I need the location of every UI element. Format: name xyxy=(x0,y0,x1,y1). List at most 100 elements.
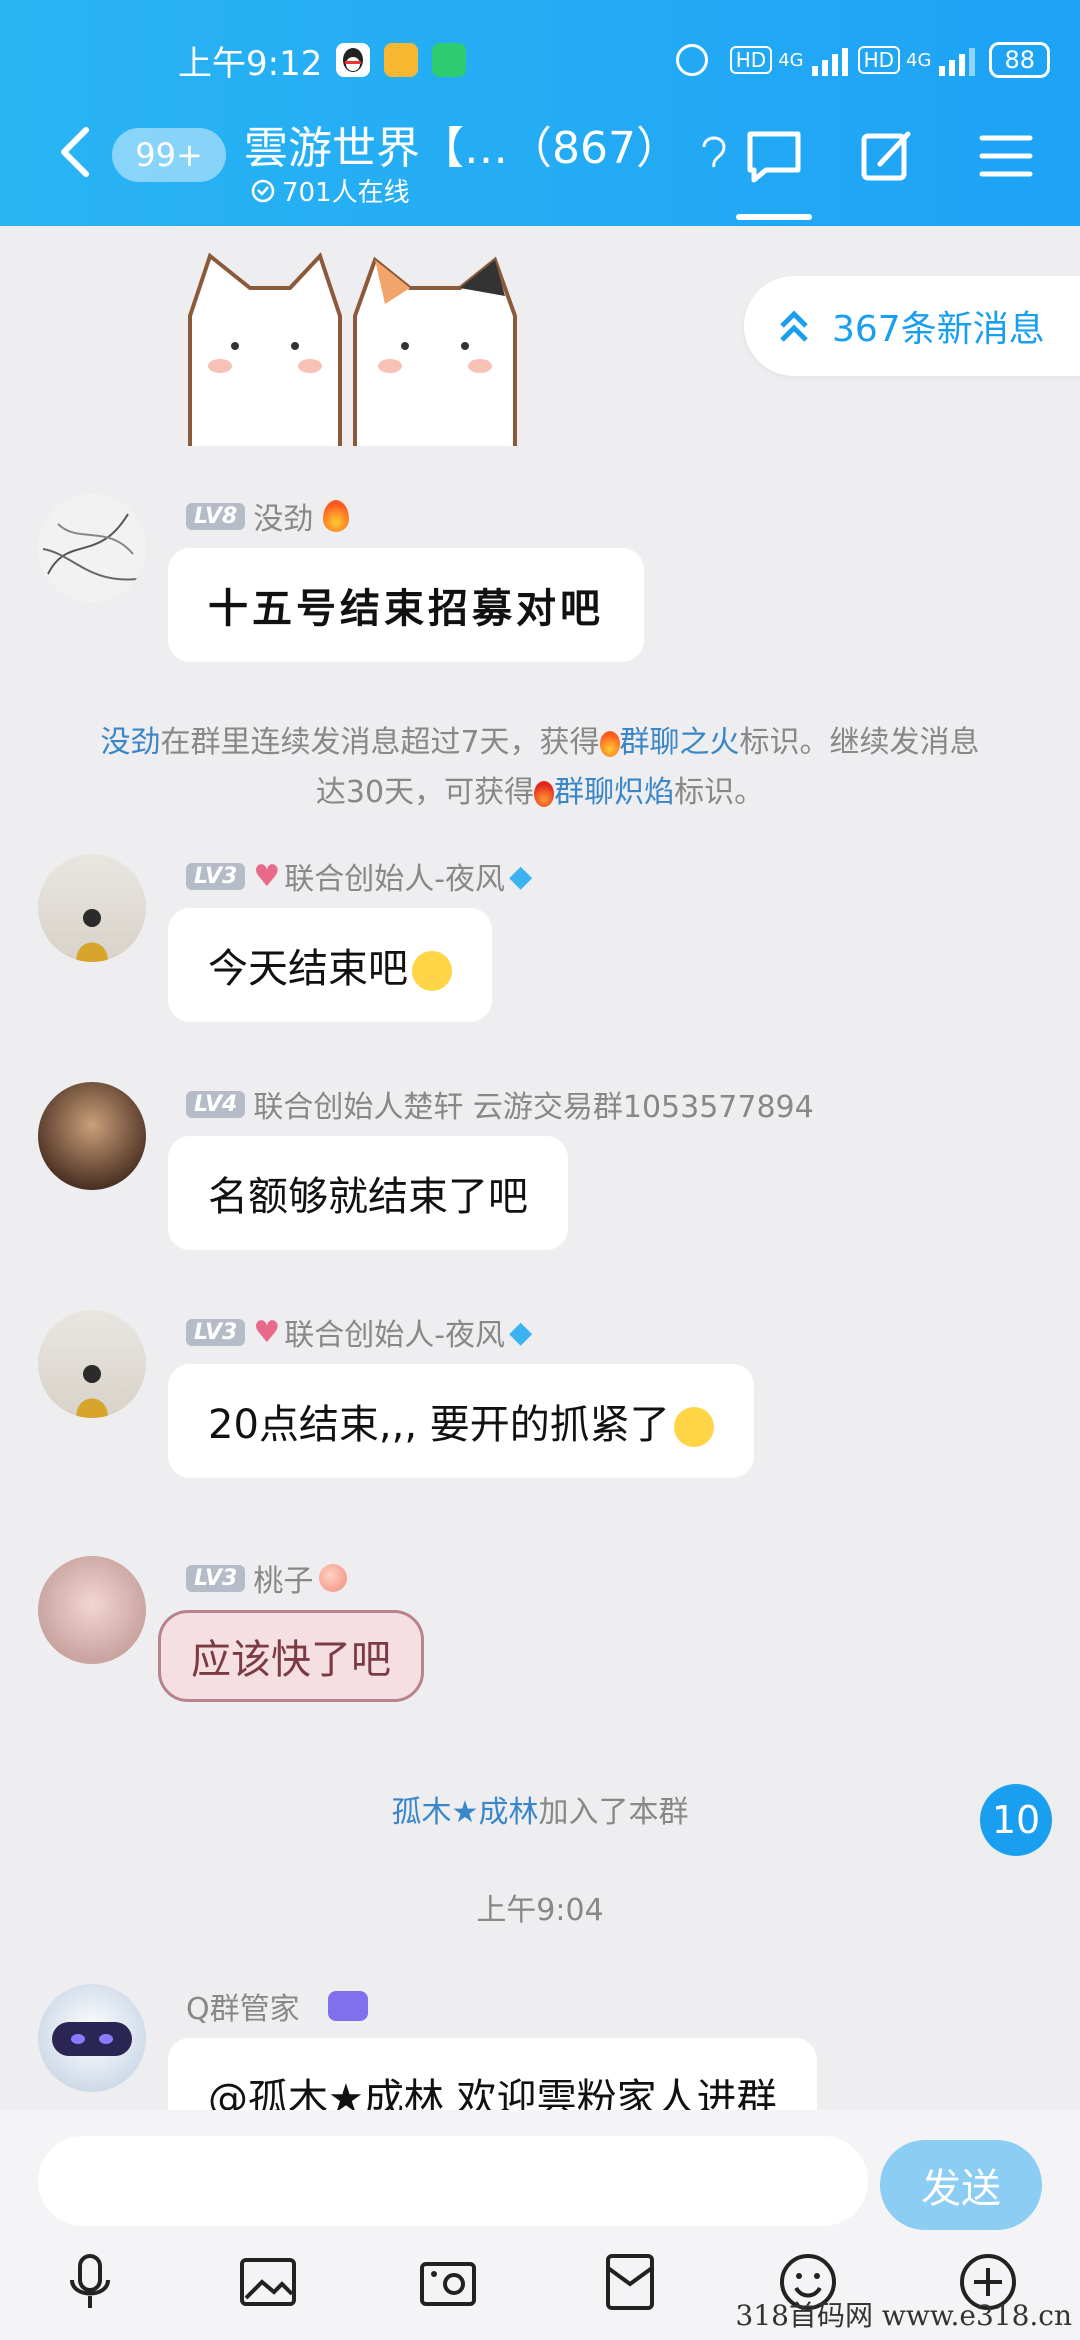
watermark: 318首码网 www.e318.cn xyxy=(735,2299,1072,2332)
cat-sticker-image xyxy=(188,252,517,446)
avatar[interactable] xyxy=(38,1984,146,2092)
message-input[interactable] xyxy=(38,2136,868,2226)
unread-message-badge[interactable]: 10 xyxy=(980,1784,1052,1856)
broken-heart-icon: ♥ xyxy=(253,858,281,894)
message-bubble[interactable]: 20点结束,,, 要开的抓紧了 xyxy=(168,1364,754,1478)
message-bubble[interactable]: 十五号结束招募对吧 xyxy=(168,548,644,662)
edit-button[interactable] xyxy=(856,126,916,186)
hd-badge: HD xyxy=(729,46,773,74)
sender-meta: LV3 ♥ 联合创始人-夜风 ◆ xyxy=(186,1310,532,1354)
level-badge: LV3 xyxy=(186,862,246,890)
online-check-icon xyxy=(251,179,275,202)
red-packet-icon xyxy=(606,2254,654,2310)
hd-badge-2: HD xyxy=(857,46,901,74)
sender-meta: Q群管家 xyxy=(186,1984,368,2028)
notice-text: 标识。继续发消息 xyxy=(739,725,980,760)
join-notice: 孤木★成林加入了本群 xyxy=(0,1788,1080,1838)
new-messages-pill[interactable]: 367条新消息 xyxy=(744,276,1080,376)
chevron-left-icon xyxy=(61,127,89,177)
diamond-icon: ◆ xyxy=(509,1314,533,1350)
back-button[interactable] xyxy=(56,122,96,182)
badge-link[interactable]: 群聊之火 xyxy=(620,725,740,760)
online-count-text: 701人在线 xyxy=(282,178,410,208)
avatar[interactable] xyxy=(38,1310,146,1418)
shield-app-icon xyxy=(432,43,467,77)
battery-indicator: 88 xyxy=(989,42,1050,78)
avatar[interactable] xyxy=(38,1082,146,1190)
sender-name[interactable]: 桃子 xyxy=(253,1556,313,1600)
message-bubble[interactable]: 应该快了吧 xyxy=(158,1610,424,1702)
notice-text: 标识。 xyxy=(674,775,765,810)
message-bubble[interactable]: 今天结束吧 xyxy=(168,908,492,1022)
network-type: 4G xyxy=(778,49,804,71)
robot-icon xyxy=(327,1991,368,2021)
red-packet-button[interactable] xyxy=(598,2250,662,2314)
camera-button[interactable] xyxy=(416,2250,480,2314)
level-badge: LV8 xyxy=(186,502,246,530)
active-tab-indicator xyxy=(736,214,812,220)
timestamp: 上午9:04 xyxy=(476,1893,604,1928)
worried-emoji-icon xyxy=(412,951,452,991)
notice-user[interactable]: 没劲 xyxy=(100,725,160,760)
level-badge: LV3 xyxy=(186,1318,246,1346)
status-time: 上午9:12 xyxy=(178,43,323,84)
peach-icon xyxy=(319,1564,348,1592)
double-chevron-up-icon xyxy=(780,310,808,342)
message-list[interactable]: 367条新消息 LV8 没劲 十五号结束招募对吧 没劲在群里连续发消息超过7天，… xyxy=(0,226,1080,2110)
voice-button[interactable] xyxy=(58,2250,122,2314)
blaze-icon xyxy=(534,780,555,807)
broken-heart-icon: ♥ xyxy=(253,1314,281,1350)
grin-emoji-icon xyxy=(673,1407,714,1447)
sender-name[interactable]: 联合创始人楚轩 云游交易群1053577894 xyxy=(253,1082,813,1126)
badge-link[interactable]: 群聊炽焰 xyxy=(554,775,674,810)
image-icon xyxy=(240,2258,296,2306)
message-text: @孤木★成林 欢迎雲粉家人进群 xyxy=(208,2076,777,2110)
message-bubble[interactable]: 名额够就结束了吧 xyxy=(168,1136,568,1250)
status-bar-left: 上午9:12 xyxy=(178,30,467,90)
sender-meta: LV3 ♥ 联合创始人-夜风 ◆ xyxy=(186,854,532,898)
notice-text: 在群里连续发消息超过7天，获得 xyxy=(160,725,600,760)
online-count: 701人在线 xyxy=(250,172,410,209)
message-text: 十五号结束招募对吧 xyxy=(208,585,604,632)
avatar[interactable] xyxy=(38,1556,146,1664)
alarm-icon xyxy=(675,44,708,76)
level-badge: LV4 xyxy=(186,1090,246,1118)
new-messages-label: 367条新消息 xyxy=(832,309,1045,350)
join-user[interactable]: 孤木★成林 xyxy=(392,1795,539,1830)
edit-icon xyxy=(861,131,911,181)
avatar[interactable] xyxy=(38,854,146,962)
group-title-text: 雲游世界【…（867） xyxy=(244,123,680,174)
avatar[interactable] xyxy=(38,494,146,602)
sender-name[interactable]: 没劲 xyxy=(253,494,313,538)
menu-button[interactable] xyxy=(976,126,1036,186)
sender-name[interactable]: Q群管家 xyxy=(186,1984,300,2028)
message-text: 名额够就结束了吧 xyxy=(208,1174,528,1220)
image-button[interactable] xyxy=(236,2250,300,2314)
send-button[interactable]: 发送 xyxy=(880,2140,1042,2230)
chat-bubble-icon xyxy=(747,131,801,183)
sender-meta: LV4 联合创始人楚轩 云游交易群1053577894 xyxy=(186,1082,814,1126)
menu-icon xyxy=(979,135,1033,177)
microphone-icon xyxy=(70,2254,110,2308)
sender-meta: LV3 桃子 xyxy=(186,1556,348,1600)
sender-meta: LV8 没劲 xyxy=(186,494,350,538)
join-text: 加入了本群 xyxy=(538,1795,689,1830)
notice-text: 达30天，可获得 xyxy=(315,775,535,810)
network-type-2: 4G xyxy=(906,49,932,71)
chat-tab-button[interactable] xyxy=(744,126,804,186)
chat-header: 上午9:12 HD 4G HD 4G 88 99+ 雲游世界【…（867） 70… xyxy=(0,0,1080,226)
sender-name[interactable]: 联合创始人-夜风 xyxy=(284,1310,505,1354)
signal-icon xyxy=(811,44,848,76)
message-bubble[interactable]: @孤木★成林 欢迎雲粉家人进群 xyxy=(168,2038,817,2110)
sender-name[interactable]: 联合创始人-夜风 xyxy=(284,854,505,898)
message-text: 应该快了吧 xyxy=(191,1637,391,1683)
fire-icon xyxy=(323,500,350,532)
group-title[interactable]: 雲游世界【…（867） xyxy=(244,112,728,176)
unread-count-badge[interactable]: 99+ xyxy=(112,128,226,182)
diamond-icon: ◆ xyxy=(509,858,533,894)
camera-icon xyxy=(420,2262,476,2306)
fire-icon xyxy=(599,730,620,757)
system-notice: 没劲在群里连续发消息超过7天，获得 群聊之火标识。继续发消息 达30天，可获得 群聊… xyxy=(0,718,1080,818)
signal-icon-2 xyxy=(939,44,976,76)
status-bar-right: HD 4G HD 4G 88 xyxy=(675,30,1050,90)
